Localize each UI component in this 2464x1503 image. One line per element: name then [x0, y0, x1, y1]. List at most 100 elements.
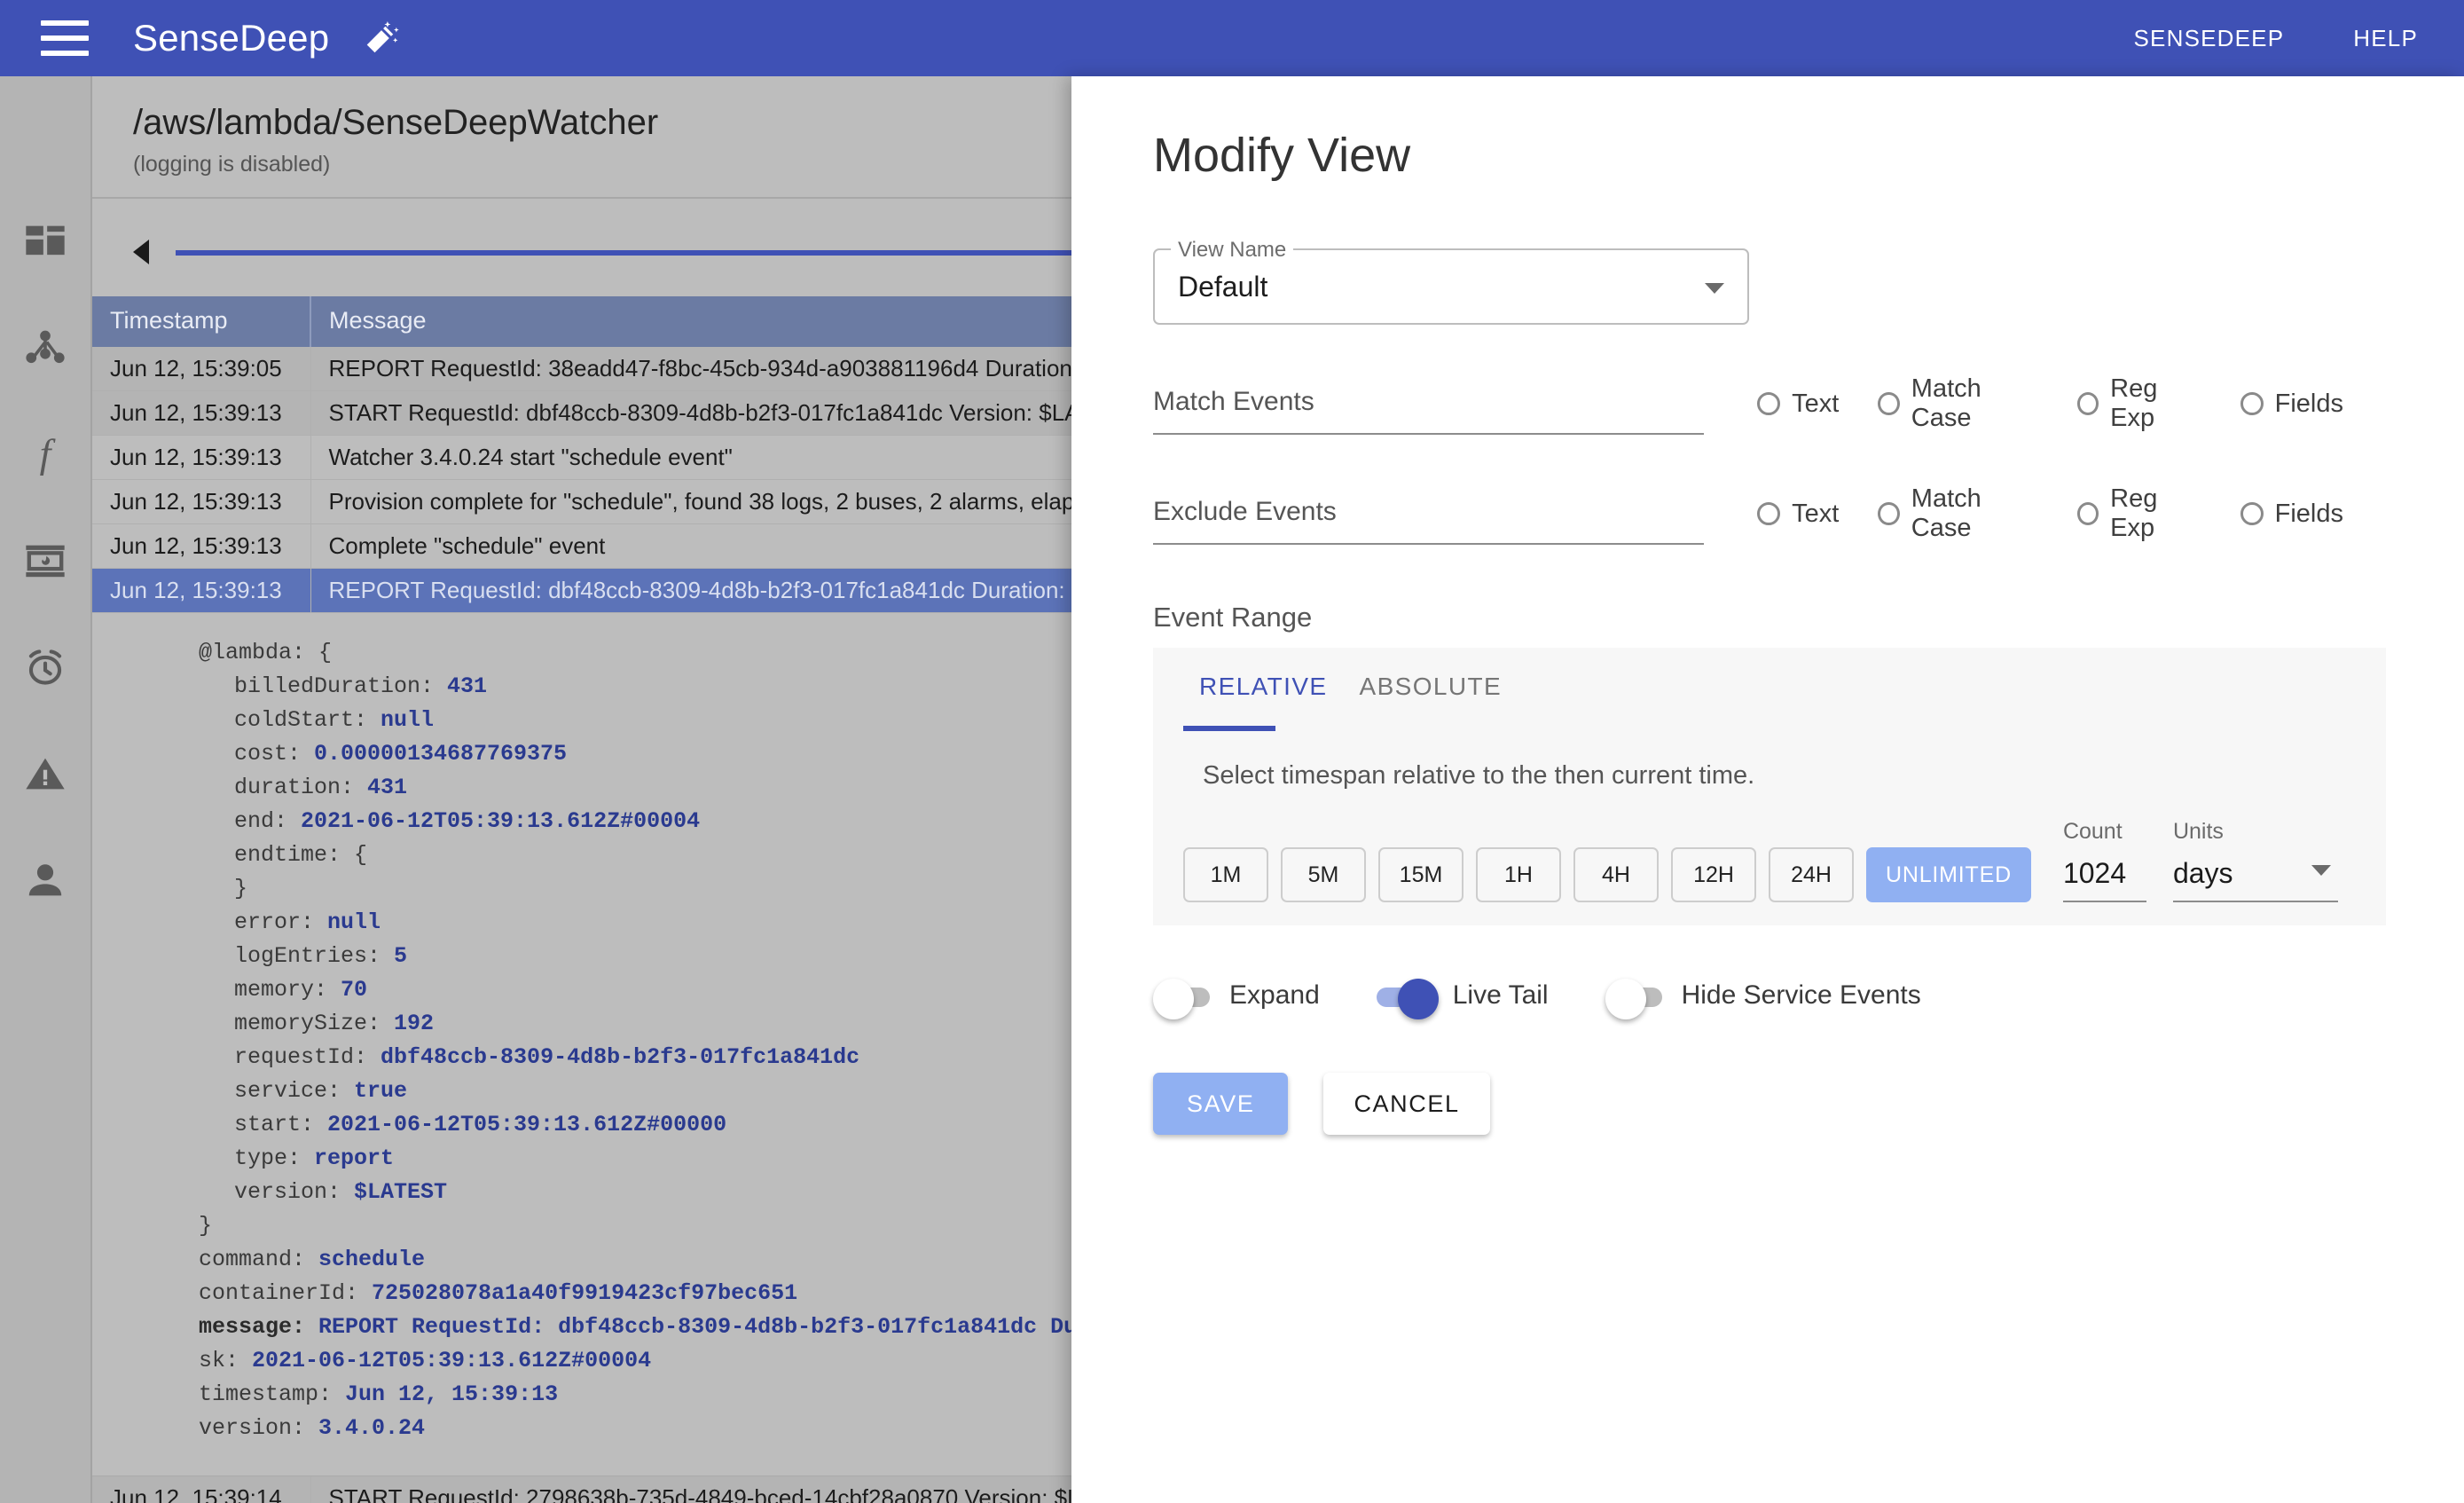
radio-label: Match Case [1911, 484, 1981, 542]
cell-timestamp: Jun 12, 15:39:13 [92, 479, 311, 524]
nav-link-help[interactable]: HELP [2353, 25, 2418, 52]
cell-timestamp: Jun 12, 15:39:05 [92, 347, 311, 391]
timespan-chip-15m[interactable]: 15M [1378, 847, 1463, 902]
detail-value: 725028078a1a40f9919423cf97bec651 [358, 1280, 798, 1306]
tab-absolute[interactable]: ABSOLUTE [1344, 673, 1518, 731]
timespan-chip-unlimited[interactable]: UNLIMITED [1866, 847, 2031, 902]
count-field[interactable]: Count 1024 [2062, 819, 2146, 902]
toggle-expand[interactable]: Expand [1153, 979, 1320, 1019]
sidebar-item-dashboard[interactable] [13, 209, 77, 273]
radio-label: Fields [2274, 499, 2343, 528]
cell-timestamp: Jun 12, 15:39:13 [92, 390, 311, 436]
detail-key: end: [234, 808, 288, 834]
save-button[interactable]: SAVE [1153, 1073, 1289, 1135]
detail-key: service: [234, 1078, 341, 1104]
detail-key: } [234, 876, 248, 901]
sidebar-item-alerts[interactable] [13, 742, 77, 806]
match-events-row: Match Events Text Match Case Reg Exp Fields [1153, 374, 2382, 435]
radio-label: Text [1792, 389, 1840, 418]
detail-key: requestId: [234, 1044, 368, 1070]
cell-timestamp: Jun 12, 15:39:13 [92, 568, 311, 613]
detail-value: 2021-06-12T05:39:13.612Z#00004 [239, 1348, 652, 1373]
switch-knob [1153, 979, 1194, 1019]
detail-value: null [314, 909, 381, 935]
radio-exclude-text[interactable]: Text [1757, 500, 1839, 529]
tab-relative[interactable]: RELATIVE [1183, 673, 1344, 731]
switch-control[interactable] [1153, 979, 1210, 1019]
magic-wand-icon[interactable] [361, 18, 402, 59]
sidebar-rail: f [0, 76, 92, 1503]
cancel-button[interactable]: CANCEL [1323, 1073, 1490, 1135]
sidebar-item-alarms[interactable] [13, 635, 77, 699]
radio-circle-icon [2240, 392, 2264, 415]
exclude-events-field[interactable]: Exclude Events [1153, 497, 1705, 545]
exclude-events-options: Text Match Case Reg Exp Fields [1757, 484, 2382, 545]
radio-circle-icon [1878, 502, 1900, 525]
detail-value: 431 [434, 673, 488, 699]
detail-key: logEntries: [234, 943, 381, 969]
toggle-live-tail[interactable]: Live Tail [1376, 979, 1549, 1019]
timespan-chip-24h[interactable]: 24H [1769, 847, 1854, 902]
detail-value: 70 [327, 977, 368, 1003]
switch-knob [1605, 979, 1646, 1019]
detail-value: 3.4.0.24 [305, 1415, 426, 1441]
switch-control[interactable] [1605, 979, 1662, 1019]
match-events-underline [1153, 433, 1705, 435]
units-select[interactable]: Units days [2172, 819, 2338, 902]
detail-key: command: [199, 1247, 306, 1272]
app-title: SenseDeep [133, 17, 330, 59]
timespan-chip-1h[interactable]: 1H [1476, 847, 1561, 902]
sidebar-item-functions[interactable]: f [13, 422, 77, 486]
radio-match-text[interactable]: Text [1757, 390, 1839, 419]
event-range-hint: Select timespan relative to the then cur… [1203, 761, 1755, 790]
detail-key: endtime: { [234, 842, 368, 868]
radio-label: Reg Exp [2110, 374, 2158, 432]
sidebar-item-account[interactable] [13, 848, 77, 912]
timespan-chip-4h[interactable]: 4H [1573, 847, 1659, 902]
timespan-chips: 1M 5M 15M 1H 4H 12H 24H UNLIMITED [1183, 847, 2044, 902]
units-underline [2172, 901, 2338, 902]
switch-control[interactable] [1376, 979, 1439, 1019]
sidebar-item-logs[interactable] [13, 529, 77, 593]
detail-key: memory: [234, 977, 328, 1003]
toggle-label: Live Tail [1452, 980, 1549, 1010]
back-arrow-icon[interactable] [133, 240, 149, 264]
cell-timestamp: Jun 12, 15:39:13 [92, 523, 311, 569]
toggle-label: Hide Service Events [1681, 980, 1921, 1010]
radio-exclude-match-case[interactable]: Match Case [1878, 484, 2037, 543]
timespan-chip-1m[interactable]: 1M [1183, 847, 1268, 902]
count-underline [2062, 901, 2146, 902]
detail-key: version: [199, 1415, 306, 1441]
radio-circle-icon [2076, 392, 2099, 415]
radio-match-reg-exp[interactable]: Reg Exp [2076, 374, 2201, 433]
switch-knob [1397, 979, 1439, 1019]
sidebar-item-graph[interactable] [13, 316, 77, 380]
timespan-row: 1M 5M 15M 1H 4H 12H 24H UNLIMITED Count 1024 Un… [1153, 791, 2386, 902]
view-name-select[interactable]: View Name Default [1153, 238, 1749, 325]
detail-key: @lambda: { [199, 640, 333, 665]
drawer-actions: SAVE CANCEL [1153, 1073, 2382, 1135]
timespan-chip-12h[interactable]: 12H [1671, 847, 1756, 902]
count-value: 1024 [2062, 857, 2127, 889]
hamburger-menu-icon[interactable] [41, 20, 89, 56]
column-header-timestamp[interactable]: Timestamp [92, 296, 311, 347]
detail-value: true [341, 1078, 408, 1104]
nav-link-sensedeep[interactable]: SENSEDEEP [2134, 25, 2285, 52]
chevron-down-icon [1705, 283, 1724, 294]
detail-value: Jun 12, 15:39:13 [332, 1381, 559, 1407]
radio-match-match-case[interactable]: Match Case [1878, 374, 2037, 433]
chevron-down-icon [2311, 865, 2331, 876]
radio-exclude-fields[interactable]: Fields [2240, 500, 2343, 529]
detail-key: message: [199, 1314, 306, 1340]
detail-value: 5 [381, 943, 408, 969]
detail-value: null [367, 707, 435, 733]
radio-circle-icon [2076, 502, 2099, 525]
app-root: SenseDeep SENSEDEEP HELP f /aws/lambda/S… [0, 0, 2464, 1503]
radio-exclude-reg-exp[interactable]: Reg Exp [2076, 484, 2201, 543]
toggle-hide-service-events[interactable]: Hide Service Events [1605, 979, 1921, 1019]
timespan-chip-5m[interactable]: 5M [1281, 847, 1366, 902]
match-events-field[interactable]: Match Events [1153, 387, 1705, 435]
radio-match-fields[interactable]: Fields [2240, 390, 2343, 419]
count-label: Count [2062, 819, 2123, 844]
radio-circle-icon [1757, 502, 1781, 525]
